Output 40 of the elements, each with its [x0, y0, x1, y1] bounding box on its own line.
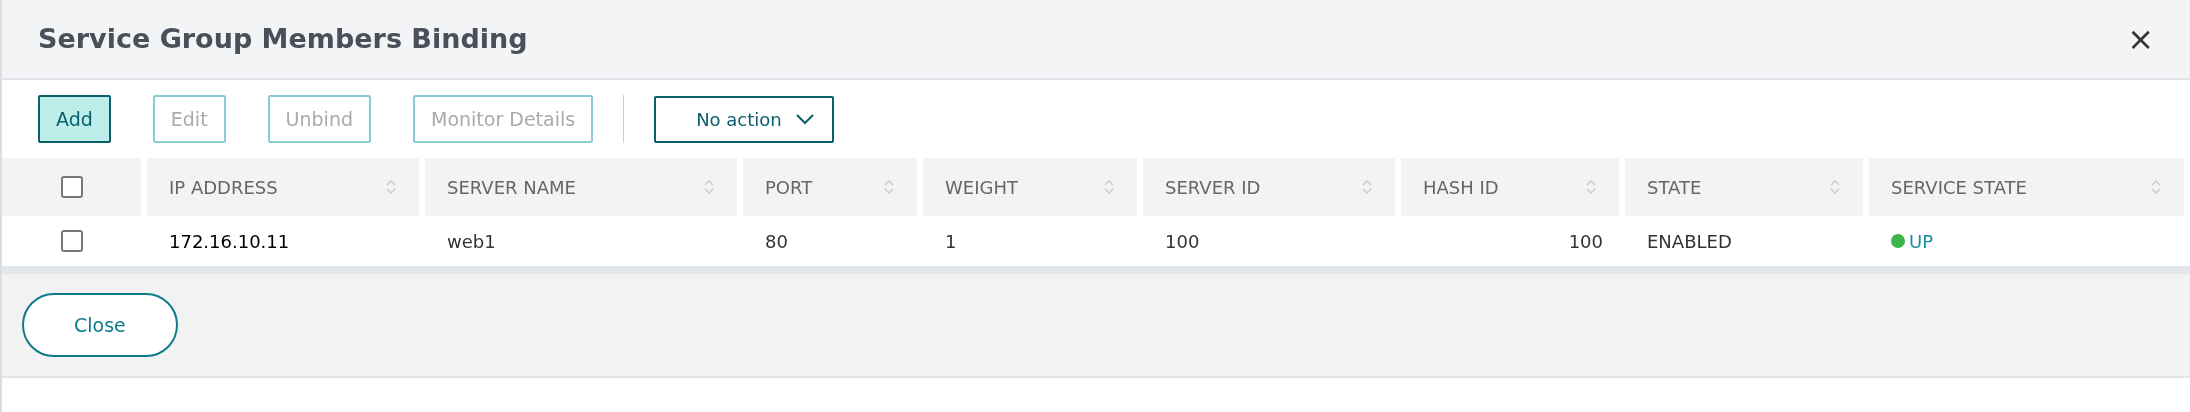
column-header-label: PORT — [765, 175, 813, 200]
column-header-label: WEIGHT — [945, 175, 1018, 200]
column-header-label: SERVER ID — [1165, 175, 1261, 200]
dialog-title: Service Group Members Binding — [38, 21, 528, 56]
close-button[interactable]: × — [2121, 23, 2160, 55]
table-cell-text: 100 — [1165, 229, 1200, 254]
row-checkbox[interactable] — [60, 230, 83, 252]
sort-icon[interactable] — [1361, 178, 1373, 196]
column-header-label: IP ADDRESS — [169, 175, 278, 200]
column-header[interactable]: STATE — [1625, 158, 1863, 216]
toolbar-button[interactable]: Add — [38, 94, 111, 144]
column-header-label: STATE — [1647, 175, 1702, 200]
sort-icon[interactable] — [883, 178, 895, 196]
column-header[interactable]: HASH ID — [1401, 158, 1619, 216]
table-cell-text: 172.16.10.11 — [169, 229, 290, 254]
column-header[interactable]: SERVICE STATE — [1869, 158, 2184, 216]
column-header[interactable]: SERVER NAME — [425, 158, 737, 216]
table-cell-text: 1 — [945, 229, 957, 254]
column-header[interactable]: PORT — [743, 158, 917, 216]
column-header[interactable]: WEIGHT — [923, 158, 1137, 216]
column-header-label: HASH ID — [1423, 175, 1499, 200]
table-cell-text: web1 — [447, 229, 496, 254]
action-dropdown[interactable]: No action — [654, 95, 834, 143]
sort-icon[interactable] — [1585, 178, 1597, 196]
service-state: UP — [1891, 227, 1934, 255]
sort-icon[interactable] — [703, 178, 715, 196]
table-cell-text: 100 — [1568, 229, 1603, 254]
column-header-label: SERVER NAME — [447, 175, 576, 200]
column-header[interactable]: SERVER ID — [1143, 158, 1395, 216]
close-dialog-button[interactable]: Close — [22, 292, 178, 358]
select-all-checkbox[interactable] — [60, 176, 83, 198]
sort-icon[interactable] — [385, 178, 397, 196]
sort-icon[interactable] — [2150, 178, 2162, 196]
chevron-down-icon — [795, 113, 814, 125]
table-cell-text: 80 — [765, 229, 788, 254]
sort-icon[interactable] — [1829, 178, 1841, 196]
sort-icon[interactable] — [1103, 178, 1115, 196]
column-header[interactable]: IP ADDRESS — [147, 158, 419, 216]
column-header-label: SERVICE STATE — [1891, 175, 2027, 200]
table-cell-text: ENABLED — [1647, 229, 1732, 254]
